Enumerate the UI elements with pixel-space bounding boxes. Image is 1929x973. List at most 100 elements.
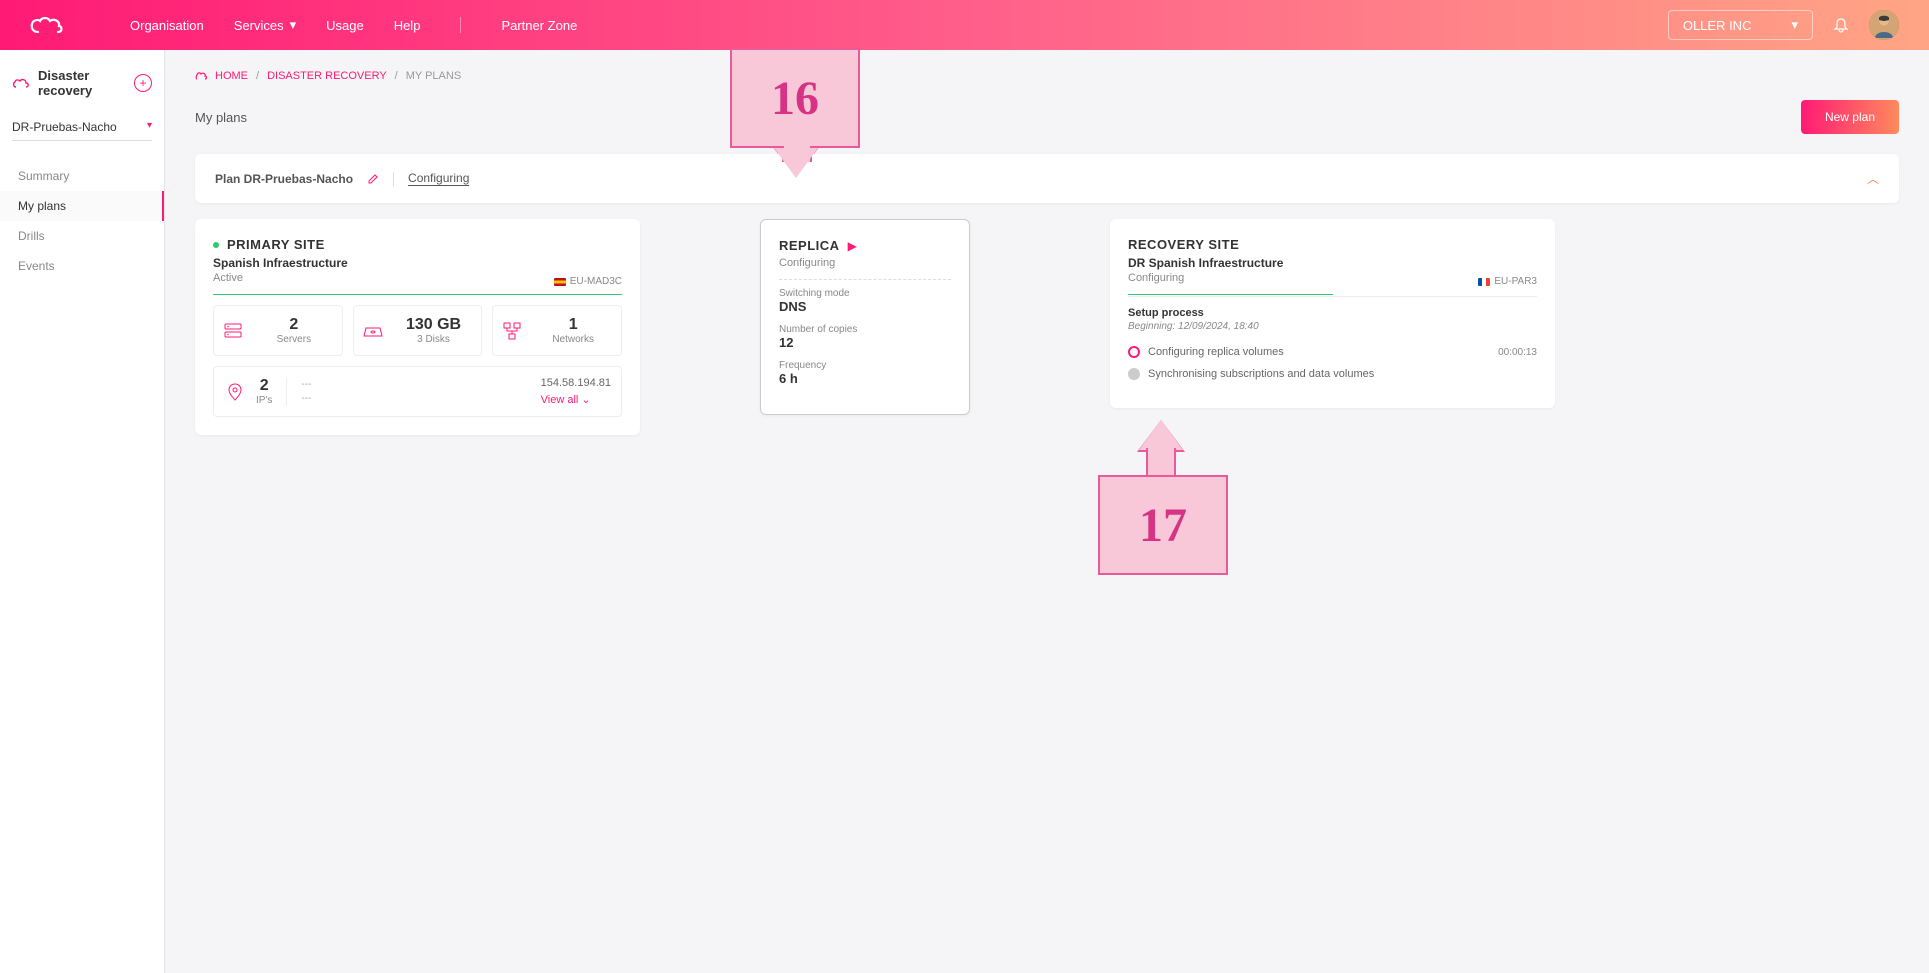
setup-process-title: Setup process: [1128, 307, 1537, 319]
notifications-icon[interactable]: [1833, 17, 1849, 33]
step1-label: Configuring replica volumes: [1148, 346, 1284, 358]
sidebar-header: Disaster recovery +: [0, 68, 164, 114]
replica-title: REPLICA: [779, 238, 840, 253]
nav-usage[interactable]: Usage: [326, 18, 364, 33]
recovery-region: EU-PAR3: [1478, 276, 1537, 287]
frequency-label: Frequency: [779, 360, 951, 371]
page-title: My plans: [195, 110, 247, 125]
disks-label: 3 Disks: [394, 334, 474, 345]
chevron-down-icon: ▾: [1791, 17, 1798, 33]
step-active-icon: [1128, 346, 1140, 358]
replica-status: Configuring: [779, 257, 951, 269]
primary-title: PRIMARY SITE: [227, 237, 325, 252]
annotation-16: 16: [730, 48, 860, 148]
status-dot-icon: [213, 242, 219, 248]
top-nav: Organisation Services▾ Usage Help Partne…: [0, 0, 1929, 50]
home-icon: [195, 71, 207, 81]
sidebar-title: Disaster recovery: [38, 68, 126, 98]
sidebar: Disaster recovery + DR-Pruebas-Nacho ▾ S…: [0, 50, 165, 973]
org-dropdown[interactable]: OLLER INC ▾: [1668, 10, 1813, 40]
divider: [213, 294, 622, 295]
user-avatar[interactable]: [1869, 10, 1899, 40]
progress-bar: [1128, 294, 1333, 295]
ip-address: 154.58.194.81 View all⌄: [541, 377, 611, 406]
server-icon: [222, 320, 244, 342]
play-icon[interactable]: ▶: [848, 239, 857, 253]
recovery-subtitle: DR Spanish Infraestructure: [1128, 256, 1537, 270]
view-all-link[interactable]: View all⌄: [541, 393, 611, 406]
stat-disks: 130 GB 3 Disks: [353, 305, 483, 356]
stat-ips: 2 IP's --- --- 154.58.194.81 View all⌄: [213, 366, 622, 417]
annotation-17: 17: [1098, 475, 1228, 575]
panels-row: PRIMARY SITE Spanish Infraestructure Act…: [195, 219, 1899, 435]
sidebar-item-events[interactable]: Events: [0, 251, 164, 281]
sidebar-item-my-plans[interactable]: My plans: [0, 191, 164, 221]
plan-status-link[interactable]: Configuring: [408, 171, 469, 186]
step-pending-icon: [1128, 368, 1140, 380]
logo-icon[interactable]: [30, 14, 70, 36]
disks-value: 130 GB: [394, 316, 474, 334]
nav-services[interactable]: Services▾: [234, 17, 296, 33]
chevron-down-icon: ▾: [290, 17, 297, 33]
ips-value: 2: [256, 377, 272, 395]
plan-bar: Plan DR-Pruebas-Nacho Configuring ︿: [195, 154, 1899, 203]
nav-separator: [460, 17, 461, 33]
primary-subtitle: Spanish Infraestructure: [213, 256, 622, 270]
recovery-site-panel: RECOVERY SITE DR Spanish Infraestructure…: [1110, 219, 1555, 408]
flag-spain-icon: [554, 278, 566, 286]
flag-france-icon: [1478, 278, 1490, 286]
nav-items: Organisation Services▾ Usage Help Partne…: [130, 17, 577, 33]
stat-servers: 2 Servers: [213, 305, 343, 356]
nav-organisation[interactable]: Organisation: [130, 18, 204, 33]
sidebar-item-summary[interactable]: Summary: [0, 161, 164, 191]
switch-mode-value: DNS: [779, 299, 951, 314]
edit-icon[interactable]: [367, 173, 379, 185]
setup-step-2: Synchronising subscriptions and data vol…: [1128, 368, 1537, 380]
step2-label: Synchronising subscriptions and data vol…: [1148, 368, 1374, 380]
plan-name: Plan DR-Pruebas-Nacho: [215, 172, 353, 186]
step1-time: 00:00:13: [1498, 347, 1537, 358]
network-icon: [501, 320, 523, 342]
plan-selected-label: DR-Pruebas-Nacho: [12, 120, 117, 134]
nav-partner-zone[interactable]: Partner Zone: [501, 18, 577, 33]
breadcrumb-dr[interactable]: DISASTER RECOVERY: [267, 70, 387, 82]
collapse-icon[interactable]: ︿: [1867, 170, 1879, 187]
copies-label: Number of copies: [779, 324, 951, 335]
nav-right: OLLER INC ▾: [1668, 10, 1899, 40]
breadcrumb-sep: /: [256, 70, 259, 82]
annotation-17-arrow: [1139, 420, 1183, 450]
chevron-down-icon: ⌄: [581, 393, 590, 406]
setup-step-1: Configuring replica volumes 00:00:13: [1128, 346, 1537, 358]
annotation-17-arrow-stem: [1146, 448, 1176, 478]
page-header: My plans New plan: [195, 100, 1899, 134]
networks-value: 1: [533, 316, 613, 334]
nav-help[interactable]: Help: [394, 18, 421, 33]
separator: [393, 172, 394, 186]
breadcrumb: HOME / DISASTER RECOVERY / MY PLANS: [195, 70, 1899, 82]
setup-beginning: Beginning: 12/09/2024, 18:40: [1128, 321, 1537, 332]
annotation-16-arrow: [774, 148, 818, 178]
ips-label: IP's: [256, 395, 272, 406]
primary-region: EU-MAD3C: [554, 276, 622, 287]
replica-panel: REPLICA ▶ Configuring Switching mode DNS…: [760, 219, 970, 415]
ip-icon: [224, 381, 246, 403]
switch-mode-label: Switching mode: [779, 288, 951, 299]
plan-selector[interactable]: DR-Pruebas-Nacho ▾: [12, 114, 152, 141]
breadcrumb-home[interactable]: HOME: [215, 70, 248, 82]
copies-value: 12: [779, 335, 951, 350]
servers-value: 2: [254, 316, 334, 334]
breadcrumb-sep: /: [395, 70, 398, 82]
sidebar-menu: Summary My plans Drills Events: [0, 161, 164, 281]
sidebar-item-drills[interactable]: Drills: [0, 221, 164, 251]
breadcrumb-current: MY PLANS: [406, 70, 461, 82]
add-plan-button[interactable]: +: [134, 74, 152, 92]
servers-label: Servers: [254, 334, 334, 345]
new-plan-button[interactable]: New plan: [1801, 100, 1899, 134]
chevron-down-icon: ▾: [147, 120, 152, 134]
ip-dashes: --- ---: [301, 378, 311, 406]
primary-site-panel: PRIMARY SITE Spanish Infraestructure Act…: [195, 219, 640, 435]
cloud-icon: [12, 77, 30, 89]
frequency-value: 6 h: [779, 371, 951, 386]
main-content: HOME / DISASTER RECOVERY / MY PLANS My p…: [165, 50, 1929, 973]
networks-label: Networks: [533, 334, 613, 345]
